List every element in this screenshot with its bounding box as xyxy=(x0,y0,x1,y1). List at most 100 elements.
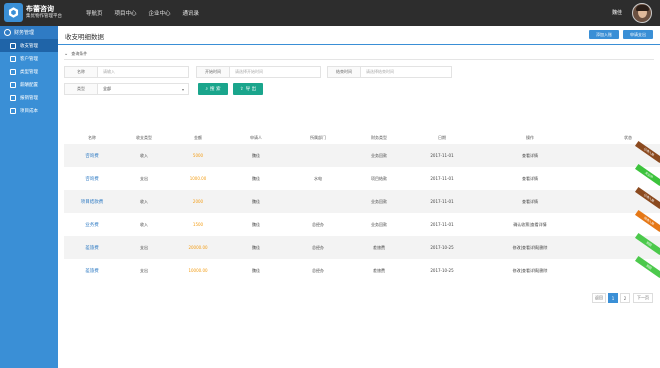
start-time-input[interactable]: 请选择开始时间 xyxy=(229,66,321,78)
sidebar-item-income-expense[interactable]: 收支管理 xyxy=(0,39,58,52)
export-icon: ⇪ xyxy=(239,86,244,92)
table-row: 项目结款费 收入 2000 魏佳 业务回款 2017-11-01 查看详情 已收入账 xyxy=(64,186,660,213)
cell-finance-type: 差旅费 xyxy=(373,244,385,250)
topnav-item-home[interactable]: 导航页 xyxy=(86,9,103,17)
topnav-item-enterprise[interactable]: 企业中心 xyxy=(149,9,171,17)
status-ribbon: 已收入账 xyxy=(634,186,660,210)
cell-name[interactable]: 差旅费 xyxy=(67,236,117,259)
conditions-toggle[interactable]: ⌄ 查询条件 xyxy=(64,51,87,57)
logo-icon xyxy=(8,7,19,18)
type-select-value: 全部 xyxy=(103,86,111,91)
name-input[interactable]: 请输入 xyxy=(97,66,189,78)
cell-date: 2017-11-01 xyxy=(430,222,454,227)
cell-actions: 修改 | 查看详情 | 删除 xyxy=(485,236,575,259)
cell-flow-type: 收入 xyxy=(140,152,148,158)
sidebar-item-label: 报销管理 xyxy=(20,95,38,101)
sidebar-item-salary[interactable]: 薪酬配置 xyxy=(0,78,58,91)
action-link[interactable]: 查看详情 xyxy=(522,268,538,274)
type-label: 类型 xyxy=(64,83,97,95)
export-button[interactable]: ⇪ 导 出 xyxy=(233,83,263,95)
status-ribbon: 已收入账 xyxy=(634,140,660,164)
sidebar-section-finance[interactable]: 财务管理 xyxy=(0,26,58,39)
action-link[interactable]: 确认收票 xyxy=(513,222,529,228)
cell-flow-type: 支出 xyxy=(140,175,148,181)
reimbursement-icon xyxy=(10,94,16,101)
cell-department xyxy=(298,144,338,167)
sidebar-item-types[interactable]: 类型管理 xyxy=(0,65,58,78)
sidebar-item-customers[interactable]: 客户管理 xyxy=(0,52,58,65)
cell-name[interactable]: 项目结款费 xyxy=(67,190,117,213)
action-link[interactable]: 修改 xyxy=(513,245,521,251)
column-header-date: 日期 xyxy=(438,135,446,140)
cell-applicant: 魏佳 xyxy=(252,221,260,227)
brand-name: 布蕾咨询 xyxy=(26,5,54,13)
cell-name[interactable]: 差旅费 xyxy=(67,259,117,282)
apply-expense-button[interactable]: 申请支出 xyxy=(623,30,653,39)
table-row: 差旅费 支出 20000.00 魏佳 总经办 差旅费 2017-10-25 修改 | 查看详情… xyxy=(64,232,660,259)
status-ribbon: 待收入账 xyxy=(634,209,660,233)
end-time-input[interactable]: 请选择结束时间 xyxy=(360,66,452,78)
avatar[interactable] xyxy=(632,3,652,23)
customer-icon xyxy=(10,55,16,62)
status-ribbon: 支出中 xyxy=(634,163,660,187)
table-row: 差旅费 支出 10000.00 魏佳 总经办 差旅费 2017-10-25 修改 | 查看详情… xyxy=(64,255,660,282)
cell-flow-type: 支出 xyxy=(140,244,148,250)
action-link[interactable]: 删除 xyxy=(539,268,547,274)
action-link[interactable]: 查看详情 xyxy=(522,245,538,251)
action-link[interactable]: 查看详情 xyxy=(522,199,538,205)
sidebar-item-label: 薪酬配置 xyxy=(20,82,38,88)
action-link[interactable]: 查看详情 xyxy=(522,176,538,182)
pagination-prev[interactable]: 返回 xyxy=(592,293,606,303)
cell-actions: 查看详情 xyxy=(485,190,575,213)
topnav-item-projects[interactable]: 项目中心 xyxy=(115,9,137,17)
search-button[interactable]: ⌕ 搜 索 xyxy=(198,83,228,95)
add-entry-button[interactable]: 添加入账 xyxy=(589,30,619,39)
table-row: 咨询费 收入 5000 魏佳 业务回款 2017-11-01 查看详情 已收入账 xyxy=(64,140,660,167)
cell-applicant: 魏佳 xyxy=(252,175,260,181)
column-header-name: 名称 xyxy=(88,135,96,140)
pagination-page-1[interactable]: 1 xyxy=(608,293,618,303)
action-link[interactable]: 查看详情 xyxy=(531,222,547,228)
cell-date: 2017-11-01 xyxy=(430,199,454,204)
export-button-label: 导 出 xyxy=(245,87,257,92)
cell-name[interactable]: 咨询费 xyxy=(67,167,117,190)
end-time-label: 结束时间 xyxy=(327,66,360,78)
cell-amount: 20000.00 xyxy=(188,245,208,250)
cell-applicant: 魏佳 xyxy=(252,152,260,158)
start-time-label: 开始时间 xyxy=(196,66,229,78)
cell-amount: 10000.00 xyxy=(188,268,208,273)
cell-finance-type: 差旅费 xyxy=(373,267,385,273)
cell-amount: 1000.00 xyxy=(189,176,207,181)
column-header-department: 所属部门 xyxy=(310,135,326,140)
salary-icon xyxy=(10,81,16,88)
cell-department xyxy=(298,190,338,213)
column-header-amount: 金额 xyxy=(194,135,202,140)
pagination-page-2[interactable]: 2 xyxy=(620,293,630,303)
cell-flow-type: 支出 xyxy=(140,267,148,273)
main-content: 收支明细数据 添加入账 申请支出 ⌄ 查询条件 名称 请输入 开始时间 请选择开… xyxy=(58,26,660,368)
action-link[interactable]: 查看详情 xyxy=(522,153,538,159)
action-link[interactable]: 删除 xyxy=(539,245,547,251)
user-name[interactable]: 魏佳 xyxy=(612,9,622,16)
name-label: 名称 xyxy=(64,66,97,78)
cell-name[interactable]: 咨询费 xyxy=(67,144,117,167)
finance-icon xyxy=(4,29,11,36)
sidebar-item-project-cost[interactable]: 项目成本 xyxy=(0,104,58,117)
page-title: 收支明细数据 xyxy=(65,33,104,41)
action-link[interactable]: 修改 xyxy=(513,268,521,274)
cell-finance-type: 业务回款 xyxy=(371,152,387,158)
pagination-next[interactable]: 下一页 xyxy=(633,293,653,303)
type-select[interactable]: 全部 ▾ xyxy=(97,83,189,95)
column-header-actions: 操作 xyxy=(526,135,534,140)
chevron-down-icon: ⌄ xyxy=(64,51,69,57)
cell-flow-type: 收入 xyxy=(140,221,148,227)
cell-amount: 2000 xyxy=(192,199,204,204)
cell-amount: 1500 xyxy=(192,222,204,227)
cell-amount: 5000 xyxy=(192,153,204,158)
logo[interactable] xyxy=(4,3,23,22)
sidebar-item-reimbursement[interactable]: 报销管理 xyxy=(0,91,58,104)
sidebar: 财务管理 收支管理 客户管理 类型管理 薪酬配置 报销管理 项目成本 xyxy=(0,26,58,368)
column-header-status: 状态 xyxy=(624,135,632,140)
topnav-item-contacts[interactable]: 通讯录 xyxy=(183,9,200,17)
cell-name[interactable]: 业务费 xyxy=(67,213,117,236)
